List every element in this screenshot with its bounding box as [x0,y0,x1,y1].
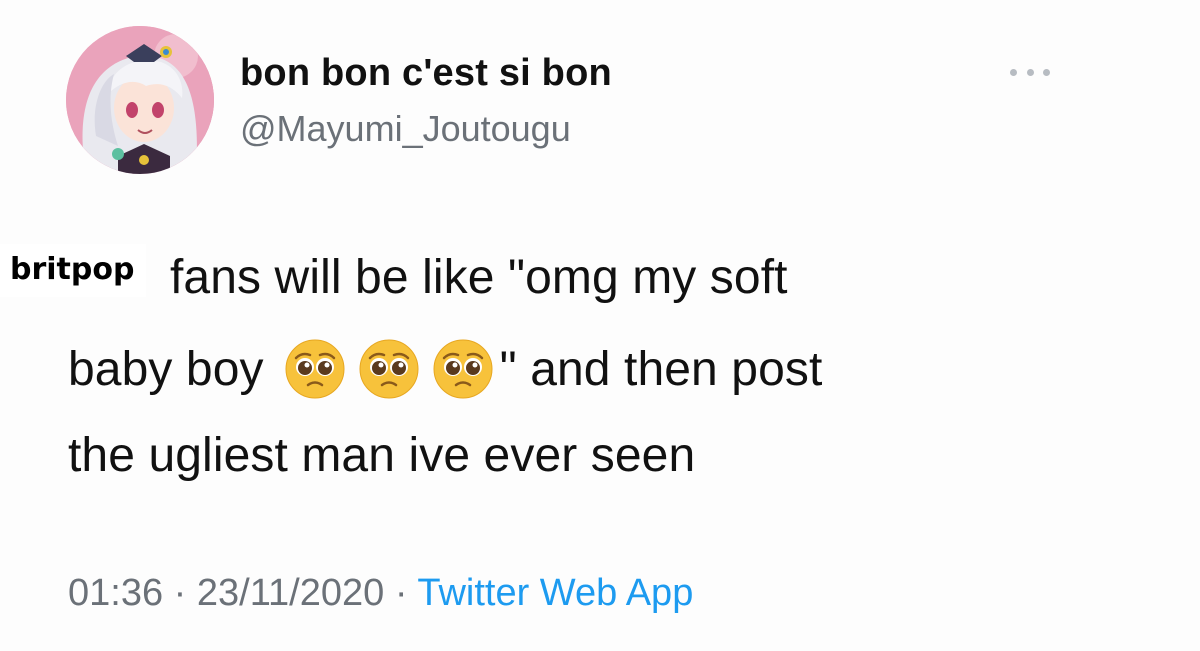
tweet-meta: 01:36 · 23/11/2020 · Twitter Web App [68,572,693,615]
tweet-text-line-2: baby boy " and then post [68,338,822,400]
user-avatar[interactable] [66,26,214,174]
tweet-text-line-3: the ugliest man ive ever seen [68,429,696,482]
tweet-text-line-2-end: " and then post [499,342,823,396]
more-dot [1026,68,1034,76]
avatar-image [66,26,214,174]
meta-separator: · [394,572,408,614]
tweet-card: bon bon c'est si bon @Mayumi_Joutougu br… [0,0,1200,651]
tweet-date[interactable]: 23/11/2020 [197,572,384,614]
pleading-face-emoji [284,338,346,400]
tweet-text-line-1: fans will be like "omg my soft [170,251,788,304]
tweet-source-app-link[interactable]: Twitter Web App [417,572,693,614]
overlay-caption-label: britpop [0,244,147,297]
user-display-name[interactable]: bon bon c'est si bon [240,52,612,95]
meta-separator: · [173,572,187,614]
tweet-time[interactable]: 01:36 [68,572,163,614]
more-dot [1043,68,1050,76]
more-options-icon[interactable] [1010,60,1050,84]
tweet-text-line-2-start: baby boy [68,342,264,396]
user-handle[interactable]: @Mayumi_Joutougu [240,108,571,150]
pleading-face-emoji [432,338,494,400]
pleading-face-emoji [358,338,420,400]
more-dot [1010,68,1017,76]
